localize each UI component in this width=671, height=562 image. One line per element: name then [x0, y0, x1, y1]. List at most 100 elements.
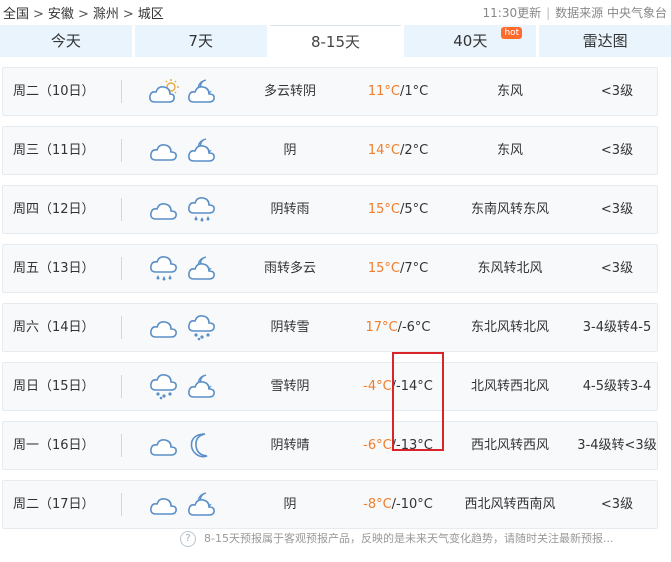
forecast-note: ? 8-15天预报属于客观预报产品，反映的是未来天气变化趋势，请随时关注最新预报.…: [180, 530, 613, 547]
low-temperature: /1°C: [399, 84, 429, 99]
low-temperature: /7°C: [399, 261, 429, 276]
cloud-icon: [150, 144, 177, 161]
rain-icon: [188, 197, 215, 222]
breadcrumb-province[interactable]: 安徽: [48, 7, 74, 22]
cloudy-moon-icon: [188, 492, 215, 516]
cloudy-moon-icon: [188, 79, 215, 103]
forecast-date: 周四（12日）: [13, 202, 95, 217]
divider: [121, 316, 122, 339]
low-temperature: /5°C: [399, 202, 429, 217]
divider: [121, 375, 122, 398]
tab-radar[interactable]: 雷达图: [539, 25, 671, 57]
breadcrumb-city[interactable]: 滁州: [93, 7, 119, 22]
note-text: 8-15天预报属于客观预报产品，反映的是未来天气变化趋势，请随时关注最新预报..…: [204, 532, 614, 545]
cloudy-moon-icon: [188, 374, 215, 398]
forecast-tabs: 今天 7天 8-15天 40天 hot 雷达图: [0, 25, 671, 57]
breadcrumb-separator: >: [77, 7, 89, 22]
cloud-icon: [150, 321, 177, 338]
breadcrumb-country[interactable]: 全国: [3, 7, 29, 22]
hot-badge: hot: [501, 27, 523, 39]
weather-description: 阴转晴: [270, 438, 310, 453]
weather-description: 阴: [283, 143, 297, 158]
temperature: 15°C/7°C: [353, 245, 443, 292]
high-temperature: 17°C: [365, 320, 398, 335]
forecast-date: 周一（16日）: [13, 438, 95, 453]
divider: |: [546, 6, 551, 20]
wind-direction: 东风: [496, 84, 523, 99]
breadcrumb-separator: >: [33, 7, 44, 22]
divider: [121, 434, 122, 457]
cloud-icon: [150, 498, 177, 515]
tab-7-days[interactable]: 7天: [134, 25, 267, 57]
breadcrumb-separator: >: [122, 7, 134, 22]
divider: [121, 80, 122, 103]
wind-direction: 西北风转西南风: [464, 497, 556, 512]
cloud-icon: [150, 203, 177, 220]
weather-icons: [148, 195, 218, 223]
weather-description: 雨转多云: [263, 261, 316, 276]
forecast-row: 周三（11日） 阴 14°C/2°C 东风 <3级: [2, 126, 658, 175]
update-time: 11:30更新: [482, 6, 542, 20]
snow-icon: [188, 315, 215, 341]
forecast-date: 周五（13日）: [13, 261, 95, 276]
breadcrumb-district[interactable]: 城区: [138, 7, 164, 22]
forecast-row: 周五（13日） 雨转多云 15°C/7°C 东风转北风 <3级: [2, 244, 658, 293]
forecast-row: 周一（16日） 阴转晴 -6°C/-13°C 西北风转西风 3-4级转<3级: [2, 421, 658, 470]
high-temperature: 14°C: [367, 143, 400, 158]
tab-40-days-label: 40天: [453, 32, 488, 50]
snow-icon: [150, 374, 177, 400]
wind-direction: 东风: [496, 143, 523, 158]
high-temperature: 15°C: [367, 261, 400, 276]
weather-description: 阴转雨: [270, 202, 310, 217]
cloudy-moon-icon: [188, 256, 215, 280]
forecast-date: 周二（10日）: [13, 84, 95, 99]
forecast-row: 周日（15日） 雪转阴 -4°C/-14°C 北风转西北风 4-5级转3-4: [2, 362, 658, 411]
forecast-row: 周六（14日） 阴转雪 17°C/-6°C 东北风转北风 3-4级转4-5: [2, 303, 658, 352]
wind-level: 4-5级转3-4: [582, 379, 652, 394]
forecast-date: 周六（14日）: [13, 320, 95, 335]
high-temperature: -8°C: [363, 497, 392, 512]
temperature: 11°C/1°C: [353, 68, 443, 115]
wind-direction: 北风转西北风: [470, 379, 549, 394]
temperature: -8°C/-10°C: [353, 481, 443, 528]
high-temperature: 11°C: [367, 84, 400, 99]
forecast-row: 周二（17日） 阴 -8°C/-10°C 西北风转西南风 <3级: [2, 480, 658, 529]
tab-40-days[interactable]: 40天 hot: [404, 25, 537, 57]
forecast-list: 周二（10日） 多云转阴 11°C/1°C 东风 <3级 周三（11日）阴 14°C/2°C…: [2, 67, 658, 539]
tab-8-15-days[interactable]: 8-15天: [269, 25, 402, 57]
question-icon[interactable]: ?: [180, 531, 196, 547]
data-source: 数据来源 中央气象台: [555, 6, 667, 20]
update-info: 11:30更新 | 数据来源 中央气象台: [483, 4, 667, 21]
wind-direction: 西北风转西风: [470, 438, 549, 453]
wind-direction: 东北风转北风: [470, 320, 549, 335]
weather-icons: [148, 431, 218, 459]
breadcrumb: 全国 > 安徽 > 滁州 > 城区: [3, 3, 164, 22]
high-temperature: 15°C: [367, 202, 400, 217]
low-temperature: /-6°C: [397, 320, 431, 335]
high-temperature: -6°C: [363, 438, 392, 453]
temperature: 15°C/5°C: [353, 186, 443, 233]
divider: [121, 257, 122, 280]
rain-icon: [150, 256, 177, 281]
wind-level: <3级: [600, 497, 634, 512]
wind-level: 3-4级转4-5: [582, 320, 652, 335]
weather-icons: [148, 372, 218, 400]
wind-level: 3-4级转<3级: [577, 438, 657, 453]
wind-level: <3级: [600, 84, 634, 99]
divider: [121, 139, 122, 162]
tab-today[interactable]: 今天: [0, 25, 132, 57]
cloudy-moon-icon: [188, 138, 215, 162]
weather-icons: [148, 254, 218, 282]
high-temperature: -4°C: [363, 379, 392, 394]
weather-icons: [148, 490, 218, 518]
weather-icons: [148, 313, 218, 341]
weather-description: 多云转阴: [263, 84, 316, 99]
wind-level: <3级: [600, 261, 634, 276]
wind-level: <3级: [600, 202, 634, 217]
forecast-date: 周三（11日）: [13, 143, 95, 158]
cloud-icon: [150, 439, 177, 456]
forecast-row: 周四（12日） 阴转雨 15°C/5°C 东南风转东风 <3级: [2, 185, 658, 234]
top-bar: 全国 > 安徽 > 滁州 > 城区 11:30更新 | 数据来源 中央气象台: [0, 0, 671, 24]
divider: [121, 198, 122, 221]
forecast-row: 周二（10日） 多云转阴 11°C/1°C 东风 <3级: [2, 67, 658, 116]
